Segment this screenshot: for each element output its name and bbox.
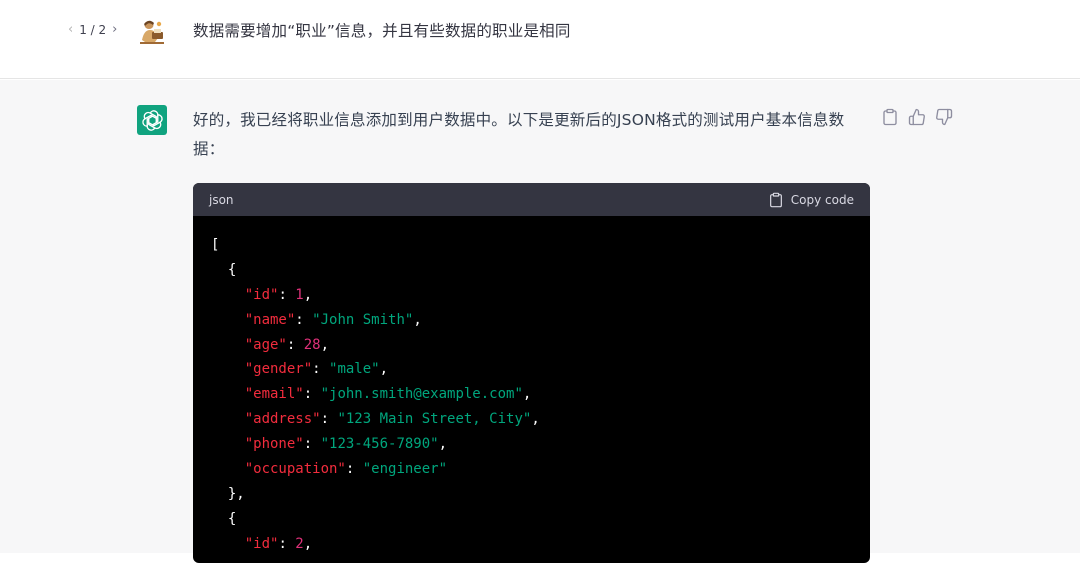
user-message-row: ‹ 1 / 2 › 数据需要增加“职业”信息，并且有些数据的职业是相同 bbox=[0, 0, 1080, 79]
code-key-token: "address" bbox=[244, 411, 321, 428]
code-punctuation-token bbox=[211, 436, 245, 452]
code-line: "age": 28, bbox=[211, 333, 852, 358]
copy-code-label: Copy code bbox=[790, 192, 854, 207]
code-number-token: 1 bbox=[295, 286, 304, 303]
thumbs-up-icon[interactable] bbox=[908, 108, 926, 126]
code-line: "id": 1, bbox=[211, 283, 852, 308]
code-string-token: "engineer" bbox=[362, 461, 448, 478]
code-key-token: "occupation" bbox=[244, 461, 346, 478]
code-line: "name": "John Smith", bbox=[211, 308, 852, 333]
code-block: json Copy code [ { "id": 1, "name": "Joh… bbox=[193, 183, 870, 563]
code-content: [ { "id": 1, "name": "John Smith", "age"… bbox=[193, 216, 870, 563]
code-punctuation-token: { bbox=[211, 261, 237, 278]
code-punctuation-token: , bbox=[303, 286, 313, 303]
assistant-message-row: 好的，我已经将职业信息添加到用户数据中。以下是更新后的JSON格式的测试用户基本… bbox=[0, 80, 1080, 563]
code-punctuation-token: : bbox=[278, 535, 296, 552]
code-punctuation-token: , bbox=[531, 411, 540, 428]
pager-next-button[interactable]: › bbox=[112, 22, 117, 37]
code-key-token: "id" bbox=[244, 535, 279, 552]
thumbs-down-icon[interactable] bbox=[935, 108, 953, 126]
code-line: "phone": "123-456-7890", bbox=[211, 432, 852, 457]
code-key-token: "name" bbox=[244, 311, 296, 328]
user-message-text: 数据需要增加“职业”信息，并且有些数据的职业是相同 bbox=[193, 22, 571, 40]
code-line: { bbox=[211, 507, 852, 532]
code-line: "email": "john.smith@example.com", bbox=[211, 382, 852, 407]
code-language-label: json bbox=[209, 192, 234, 207]
code-string-token: "123-456-7890" bbox=[320, 436, 439, 453]
code-punctuation-token: : bbox=[303, 436, 321, 453]
code-key-token: "gender" bbox=[244, 361, 313, 378]
code-punctuation-token: [ bbox=[211, 237, 220, 253]
pager-prev-button[interactable]: ‹ bbox=[68, 22, 73, 37]
code-block-header: json Copy code bbox=[193, 183, 870, 216]
code-key-token: "age" bbox=[244, 336, 287, 353]
code-line: { bbox=[211, 258, 852, 283]
assistant-message-text: 好的，我已经将职业信息添加到用户数据中。以下是更新后的JSON格式的测试用户基本… bbox=[193, 111, 845, 158]
code-string-token: "John Smith" bbox=[312, 311, 414, 328]
code-punctuation-token bbox=[211, 411, 245, 427]
code-punctuation-token: { bbox=[211, 510, 237, 527]
code-string-token: "123 Main Street, City" bbox=[337, 411, 532, 428]
code-punctuation-token bbox=[211, 536, 245, 552]
response-pager: ‹ 1 / 2 › bbox=[68, 22, 117, 37]
code-number-token: 2 bbox=[295, 535, 304, 552]
message-actions bbox=[881, 108, 953, 126]
code-line: "address": "123 Main Street, City", bbox=[211, 407, 852, 432]
code-key-token: "id" bbox=[244, 286, 279, 303]
code-punctuation-token: , bbox=[522, 386, 532, 403]
code-number-token: 28 bbox=[303, 336, 321, 353]
code-punctuation-token: : bbox=[345, 461, 363, 478]
code-punctuation-token: : bbox=[278, 286, 296, 303]
code-key-token: "phone" bbox=[244, 436, 304, 453]
code-punctuation-token: , bbox=[320, 336, 330, 353]
code-key-token: "email" bbox=[244, 386, 304, 403]
pager-label: 1 / 2 bbox=[79, 22, 107, 37]
assistant-logo-icon bbox=[137, 105, 167, 135]
code-punctuation-token: : bbox=[303, 386, 321, 403]
code-punctuation-token: }, bbox=[211, 485, 245, 502]
code-line: }, bbox=[211, 482, 852, 507]
code-string-token: "john.smith@example.com" bbox=[320, 386, 523, 403]
code-line: "gender": "male", bbox=[211, 357, 852, 382]
code-punctuation-token bbox=[211, 361, 245, 377]
code-punctuation-token bbox=[211, 337, 245, 353]
code-punctuation-token bbox=[211, 386, 245, 402]
clipboard-icon[interactable] bbox=[881, 108, 899, 126]
code-punctuation-token: : bbox=[286, 336, 304, 353]
code-punctuation-token: , bbox=[303, 535, 313, 552]
code-string-token: "male" bbox=[329, 361, 380, 378]
copy-code-button[interactable]: Copy code bbox=[768, 192, 854, 208]
code-punctuation-token: , bbox=[438, 436, 448, 453]
code-punctuation-token bbox=[211, 312, 245, 328]
code-punctuation-token: , bbox=[413, 311, 422, 328]
code-punctuation-token bbox=[211, 287, 245, 303]
code-punctuation-token bbox=[211, 461, 245, 477]
code-punctuation-token: , bbox=[379, 361, 389, 378]
code-punctuation-token: : bbox=[312, 361, 330, 378]
code-line: "occupation": "engineer" bbox=[211, 457, 852, 482]
code-punctuation-token: : bbox=[320, 411, 338, 428]
clipboard-icon bbox=[769, 192, 782, 207]
code-punctuation-token: : bbox=[295, 311, 313, 328]
code-line: [ bbox=[211, 233, 852, 258]
user-avatar bbox=[137, 16, 167, 46]
